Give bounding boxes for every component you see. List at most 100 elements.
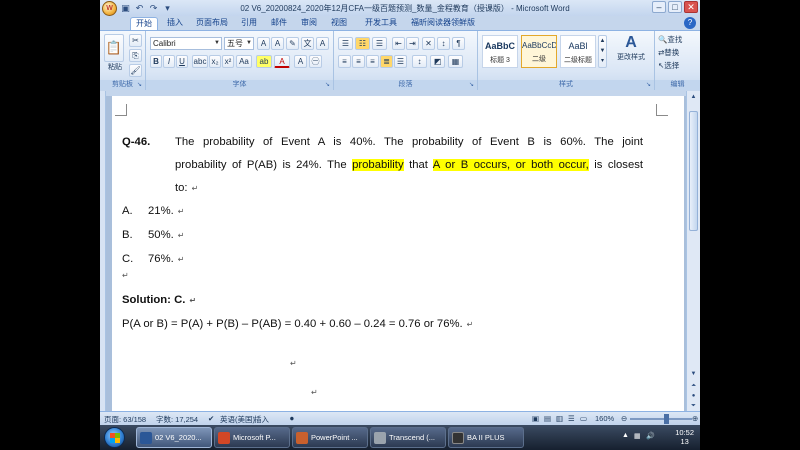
- superscript-icon[interactable]: x²: [222, 55, 234, 68]
- network-icon[interactable]: ▦: [634, 432, 641, 440]
- customize-dropdown-icon[interactable]: ▾: [162, 3, 173, 14]
- macro-record-icon[interactable]: ⏺: [290, 414, 294, 424]
- font-color-icon[interactable]: A: [274, 55, 290, 68]
- align-center-icon[interactable]: ≡: [352, 55, 365, 68]
- undo-icon[interactable]: ↶: [134, 3, 145, 14]
- taskbar-item-transcend[interactable]: Transcend (...: [370, 427, 446, 448]
- scroll-up-icon[interactable]: ▲: [689, 92, 698, 102]
- help-icon[interactable]: ?: [684, 17, 696, 29]
- tab-review[interactable]: 审阅: [296, 17, 322, 30]
- font-size-combo[interactable]: 五号 ▼: [224, 37, 254, 50]
- increase-indent-icon[interactable]: ⇥: [406, 37, 419, 50]
- font-launcher-icon[interactable]: ↘: [325, 82, 332, 89]
- show-marks-icon[interactable]: ¶: [452, 37, 465, 50]
- tab-page-layout[interactable]: 页面布局: [191, 17, 233, 30]
- view-full-screen-icon[interactable]: ▤: [544, 414, 551, 423]
- vertical-scrollbar[interactable]: ▲ ▼ ⏶ ● ⏷: [686, 91, 700, 411]
- tab-insert[interactable]: 插入: [162, 17, 188, 30]
- styles-scroll-icon[interactable]: ▲ ▼ ▾: [598, 35, 607, 68]
- align-right-icon[interactable]: ≡: [366, 55, 379, 68]
- line-spacing-icon[interactable]: ↕: [412, 55, 427, 68]
- zoom-in-icon[interactable]: ⊕: [692, 414, 698, 423]
- tab-view[interactable]: 视图: [326, 17, 352, 30]
- character-border-icon[interactable]: A: [316, 37, 329, 50]
- paragraph-launcher-icon[interactable]: ↘: [469, 82, 476, 89]
- strikethrough-icon[interactable]: abc: [192, 55, 208, 68]
- view-draft-icon[interactable]: ▭: [580, 414, 587, 423]
- status-language[interactable]: 英语(美国): [220, 414, 255, 425]
- status-zoom[interactable]: 160%: [595, 414, 614, 423]
- multilevel-list-icon[interactable]: ☰: [372, 37, 387, 50]
- highlight-color-icon[interactable]: ab: [256, 55, 272, 68]
- styles-launcher-icon[interactable]: ↘: [646, 82, 653, 89]
- prev-page-icon[interactable]: ⏶: [689, 381, 698, 391]
- clock[interactable]: 10:52 13: [675, 428, 694, 446]
- taskbar-item-calculator[interactable]: BA II PLUS: [448, 427, 524, 448]
- style-heading3[interactable]: AaBbC 标题 3: [482, 35, 518, 68]
- bullets-icon[interactable]: ☰: [338, 37, 353, 50]
- proofing-icon[interactable]: ✔: [208, 414, 214, 423]
- align-left-icon[interactable]: ≡: [338, 55, 351, 68]
- grow-font-icon[interactable]: A: [257, 37, 270, 50]
- paste-icon[interactable]: 📋: [104, 34, 124, 62]
- subscript-icon[interactable]: x₂: [209, 55, 221, 68]
- change-styles-button[interactable]: A 更改样式: [611, 34, 651, 62]
- character-shading-icon[interactable]: A: [294, 55, 307, 68]
- chinese-layout-icon[interactable]: ✕: [422, 37, 435, 50]
- status-page[interactable]: 页面: 63/158: [104, 414, 146, 425]
- browse-object-icon[interactable]: ●: [689, 391, 698, 401]
- document-page[interactable]: Q-46. The probability of Event A is 40%.…: [112, 96, 684, 411]
- copy-icon[interactable]: ⎘: [129, 49, 142, 62]
- clear-formatting-icon[interactable]: ✎: [286, 37, 299, 50]
- justify-icon[interactable]: ≣: [380, 55, 393, 68]
- zoom-out-icon[interactable]: ⊖: [621, 414, 627, 423]
- zoom-slider[interactable]: [630, 414, 692, 424]
- tab-foxit-reader[interactable]: 福昕阅读器领鲜版: [406, 17, 480, 30]
- tab-mailings[interactable]: 邮件: [266, 17, 292, 30]
- style-level2[interactable]: AaBbCcDd 二级: [521, 35, 557, 68]
- sort-icon[interactable]: ↕: [437, 37, 450, 50]
- italic-icon[interactable]: I: [163, 55, 175, 68]
- start-button[interactable]: [104, 427, 125, 448]
- clipboard-launcher-icon[interactable]: ↘: [137, 82, 144, 89]
- next-page-icon[interactable]: ⏷: [689, 401, 698, 411]
- status-words[interactable]: 字数: 17,254: [156, 414, 198, 425]
- redo-icon[interactable]: ↷: [148, 3, 159, 14]
- view-print-layout-icon[interactable]: ▣: [532, 414, 539, 423]
- find-button[interactable]: 🔍查找: [658, 34, 682, 45]
- volume-icon[interactable]: 🔊: [646, 432, 655, 440]
- underline-icon[interactable]: U: [176, 55, 188, 68]
- shading-icon[interactable]: ◩: [430, 55, 445, 68]
- bold-icon[interactable]: B: [150, 55, 162, 68]
- view-outline-icon[interactable]: ☰: [568, 414, 575, 423]
- save-icon[interactable]: ▣: [120, 3, 131, 14]
- shrink-font-icon[interactable]: A: [271, 37, 284, 50]
- tab-home[interactable]: 开始: [130, 17, 158, 30]
- maximize-button[interactable]: □: [668, 1, 682, 13]
- taskbar-item-word[interactable]: 02 V6_2020...: [136, 427, 212, 448]
- numbering-icon[interactable]: ☷: [355, 37, 370, 50]
- enclose-characters-icon[interactable]: ㊀: [309, 55, 322, 68]
- tab-references[interactable]: 引用: [236, 17, 262, 30]
- change-case-icon[interactable]: Aa: [236, 55, 252, 68]
- status-mode[interactable]: 插入: [254, 414, 269, 425]
- cut-icon[interactable]: ✂: [129, 34, 142, 47]
- close-button[interactable]: ✕: [684, 1, 698, 13]
- office-button[interactable]: W: [102, 1, 117, 16]
- taskbar-item-powerpoint-1[interactable]: Microsoft P...: [214, 427, 290, 448]
- phonetic-guide-icon[interactable]: 文: [301, 37, 314, 50]
- borders-icon[interactable]: ▦: [448, 55, 463, 68]
- scroll-down-icon[interactable]: ▼: [689, 369, 698, 379]
- zoom-slider-knob[interactable]: [664, 414, 669, 424]
- replace-button[interactable]: ⇄替换: [658, 47, 679, 58]
- view-web-icon[interactable]: ▥: [556, 414, 563, 423]
- minimize-button[interactable]: –: [652, 1, 666, 13]
- decrease-indent-icon[interactable]: ⇤: [392, 37, 405, 50]
- select-button[interactable]: ↖选择: [658, 60, 679, 71]
- format-painter-icon[interactable]: 🖌: [129, 64, 142, 77]
- font-name-combo[interactable]: Calibri ▼: [150, 37, 222, 50]
- tab-developer[interactable]: 开发工具: [360, 17, 402, 30]
- style-level2-title[interactable]: AaBl 二级标题: [560, 35, 596, 68]
- distributed-icon[interactable]: ☰: [394, 55, 407, 68]
- taskbar-item-powerpoint-2[interactable]: PowerPoint ...: [292, 427, 368, 448]
